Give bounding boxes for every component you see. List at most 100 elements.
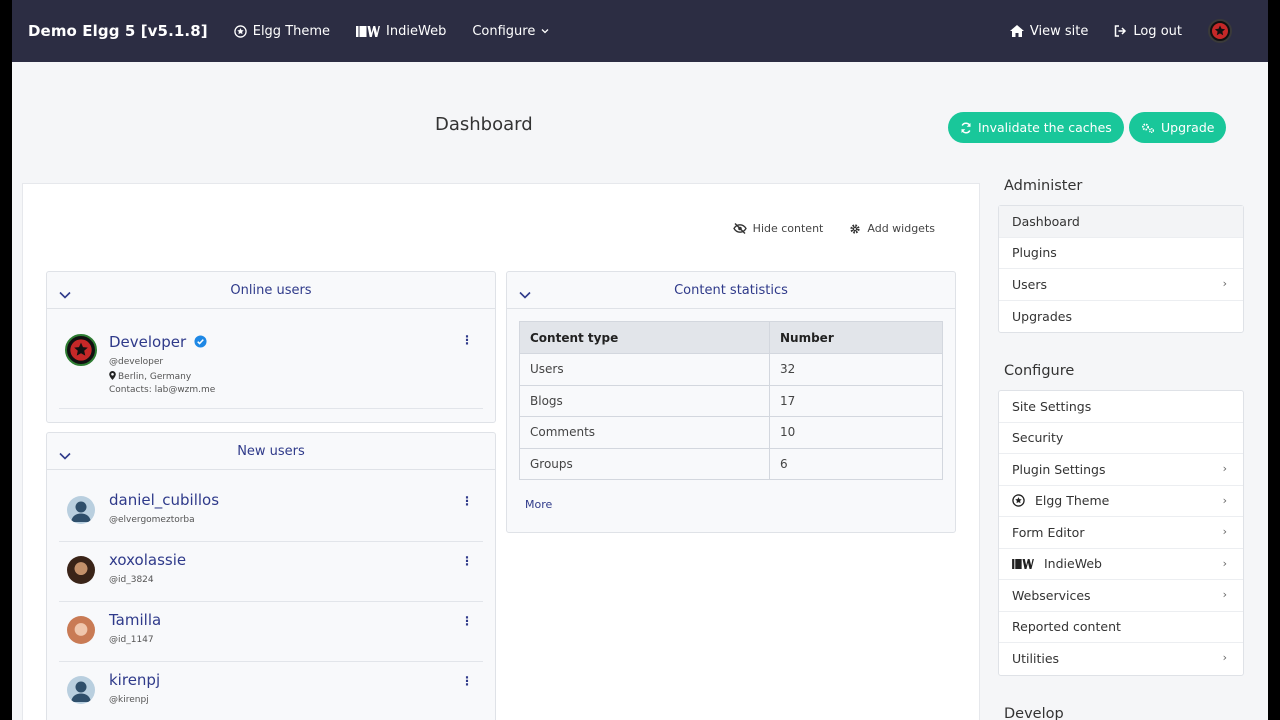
user-handle: @developer xyxy=(109,357,164,367)
list-item: daniel_cubillos @elvergomeztorba ⋮ xyxy=(59,482,483,542)
avatar[interactable] xyxy=(67,676,95,704)
table-row: Users 32 xyxy=(519,353,943,386)
gear-icon xyxy=(849,223,861,235)
logout-icon xyxy=(1114,25,1127,37)
invalidate-caches-button[interactable]: Invalidate the caches xyxy=(948,112,1124,143)
nav-configure[interactable]: Configure xyxy=(472,24,549,39)
sidebar-item-label: Form Editor xyxy=(1012,524,1085,540)
table-cell: 17 xyxy=(769,384,943,417)
hide-content-button[interactable]: Hide content xyxy=(732,222,823,235)
table-row: Blogs 17 xyxy=(519,384,943,417)
user-name[interactable]: kirenpj xyxy=(109,671,160,689)
chevron-right-icon: › xyxy=(1222,462,1227,475)
topbar: Demo Elgg 5 [v5.1.8] Elgg Theme IndieWeb… xyxy=(12,0,1268,62)
default-user-icon xyxy=(71,681,91,702)
user-menu-icon[interactable]: ⋮ xyxy=(461,554,473,568)
nav-elgg-theme-label: Elgg Theme xyxy=(252,23,331,39)
sidebar-item-security[interactable]: Security xyxy=(999,423,1243,454)
table-cell: Comments xyxy=(519,416,770,449)
nav-configure-label: Configure xyxy=(472,23,536,39)
online-users-widget: Online users Developer @developer Berlin… xyxy=(46,271,496,423)
chevron-down-icon[interactable] xyxy=(519,284,531,303)
avatar[interactable] xyxy=(67,496,95,524)
user-menu-icon[interactable]: ⋮ xyxy=(461,333,473,347)
sidebar-item-utilities[interactable]: Utilities › xyxy=(999,643,1243,675)
new-users-title: New users xyxy=(237,443,305,459)
table-header-row: Content type Number xyxy=(519,321,943,354)
table-cell: 6 xyxy=(769,447,943,480)
verified-badge-icon xyxy=(194,335,207,348)
user-name[interactable]: Tamilla xyxy=(109,611,161,629)
chevron-down-icon[interactable] xyxy=(59,284,71,303)
content-statistics-widget: Content statistics Content type Number U… xyxy=(506,271,956,533)
red-star-avatar-icon xyxy=(1212,23,1228,39)
main-area: Dashboard Invalidate the caches Upgrade … xyxy=(12,62,1268,720)
eye-slash-icon xyxy=(732,223,747,234)
administer-menu: Dashboard Plugins Users › Upgrades xyxy=(998,205,1244,333)
user-name[interactable]: xoxolassie xyxy=(109,551,186,569)
user-handle: @kirenpj xyxy=(109,695,149,705)
table-cell: 32 xyxy=(769,353,943,386)
sidebar-item-site-settings[interactable]: Site Settings xyxy=(999,391,1243,423)
table-cell: Users xyxy=(519,353,770,386)
sidebar-item-dashboard[interactable]: Dashboard xyxy=(999,206,1243,238)
refresh-icon xyxy=(960,122,972,134)
avatar[interactable] xyxy=(65,334,97,366)
more-link[interactable]: More xyxy=(525,498,943,511)
star-circle-icon xyxy=(1012,494,1025,507)
upgrade-button[interactable]: Upgrade xyxy=(1129,112,1227,143)
user-handle: @id_1147 xyxy=(109,635,154,645)
nav-indieweb-label: IndieWeb xyxy=(386,23,447,39)
default-user-icon xyxy=(71,501,91,522)
user-menu-icon[interactable]: ⋮ xyxy=(461,494,473,508)
chevron-right-icon: › xyxy=(1222,525,1227,538)
view-site-link[interactable]: View site xyxy=(1009,24,1088,39)
new-users-widget: New users daniel_cubillos @elvergomeztor… xyxy=(46,432,496,720)
user-handle: @elvergomeztorba xyxy=(109,515,195,525)
sidebar-item-indieweb[interactable]: IndieWeb › xyxy=(999,549,1243,580)
sidebar-item-reported-content[interactable]: Reported content xyxy=(999,612,1243,643)
site-brand[interactable]: Demo Elgg 5 [v5.1.8] xyxy=(28,22,208,40)
star-circle-icon xyxy=(234,24,247,38)
online-users-header: Online users xyxy=(47,272,495,309)
indieweb-icon xyxy=(1012,558,1034,569)
chevron-right-icon: › xyxy=(1222,493,1227,507)
configure-menu: Site Settings Security Plugin Settings › … xyxy=(998,390,1244,676)
add-widgets-button[interactable]: Add widgets xyxy=(849,222,935,235)
table-cell: Groups xyxy=(519,447,770,480)
user-location: Berlin, Germany xyxy=(109,371,191,382)
column-header: Number xyxy=(769,321,943,354)
widgets-toolbar: Hide content Add widgets xyxy=(707,222,935,235)
user-menu-icon[interactable]: ⋮ xyxy=(461,674,473,688)
user-name[interactable]: daniel_cubillos xyxy=(109,491,219,509)
table-row: Comments 10 xyxy=(519,416,943,449)
user-avatar-menu[interactable] xyxy=(1208,19,1232,43)
online-user-row: Developer @developer Berlin, Germany Con… xyxy=(59,309,483,409)
red-star-avatar-icon xyxy=(70,339,92,361)
user-contacts: Contacts: lab@wzm.me xyxy=(109,385,216,395)
sidebar-item-elgg-theme[interactable]: Elgg Theme › xyxy=(999,486,1243,517)
avatar[interactable] xyxy=(67,616,95,644)
table-cell: Blogs xyxy=(519,384,770,417)
nav-elgg-theme[interactable]: Elgg Theme xyxy=(234,24,330,39)
sidebar-item-plugin-settings[interactable]: Plugin Settings › xyxy=(999,454,1243,486)
develop-title: Develop xyxy=(1004,706,1064,720)
sidebar-item-form-editor[interactable]: Form Editor › xyxy=(999,517,1243,549)
table-row: Groups 6 xyxy=(519,447,943,480)
chevron-right-icon: › xyxy=(1222,588,1227,601)
user-menu-icon[interactable]: ⋮ xyxy=(461,614,473,628)
log-out-link[interactable]: Log out xyxy=(1114,24,1182,39)
sidebar-item-label: IndieWeb xyxy=(1044,556,1102,572)
avatar[interactable] xyxy=(67,556,95,584)
chevron-down-icon[interactable] xyxy=(59,445,71,464)
sidebar-item-label: Plugin Settings xyxy=(1012,461,1106,477)
sidebar-item-webservices[interactable]: Webservices › xyxy=(999,580,1243,612)
chevron-right-icon: › xyxy=(1222,556,1227,570)
sidebar-item-plugins[interactable]: Plugins xyxy=(999,238,1243,269)
nav-indieweb[interactable]: IndieWeb xyxy=(356,24,446,39)
sidebar-item-label: Security xyxy=(1012,430,1064,446)
sidebar-item-users[interactable]: Users › xyxy=(999,269,1243,301)
user-name[interactable]: Developer xyxy=(109,333,207,351)
sidebar-item-upgrades[interactable]: Upgrades xyxy=(999,301,1243,333)
content-statistics-header: Content statistics xyxy=(507,272,955,309)
